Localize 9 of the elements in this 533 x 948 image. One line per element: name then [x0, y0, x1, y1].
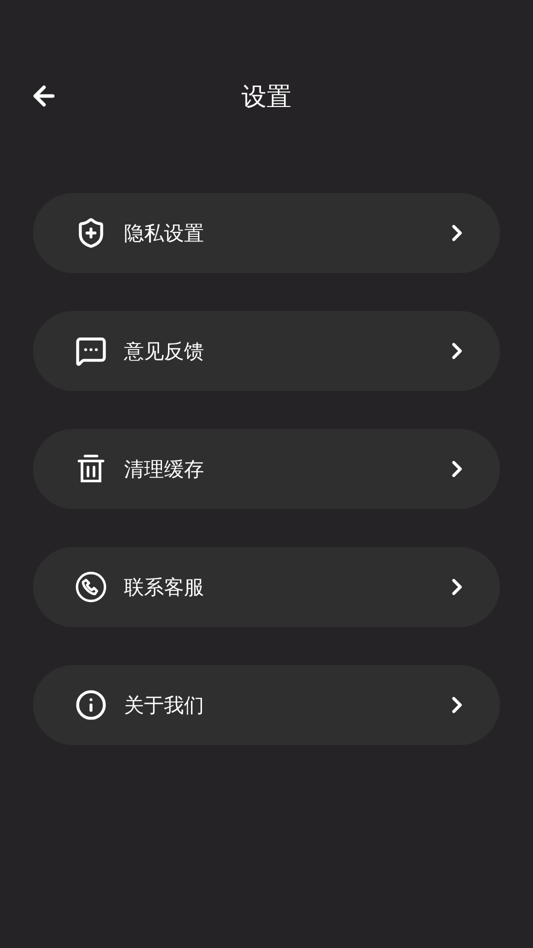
settings-item[interactable]: 隐私设置 [33, 193, 500, 273]
settings-item[interactable]: 清理缓存 [33, 429, 500, 509]
settings-item[interactable]: 意见反馈 [33, 311, 500, 391]
page-title: 设置 [240, 80, 292, 112]
trash-icon [76, 453, 106, 485]
settings-item[interactable]: 关于我们 [33, 665, 500, 745]
settings-item[interactable]: 联系客服 [33, 547, 500, 627]
info-icon [75, 688, 107, 722]
phone-icon [75, 571, 107, 603]
